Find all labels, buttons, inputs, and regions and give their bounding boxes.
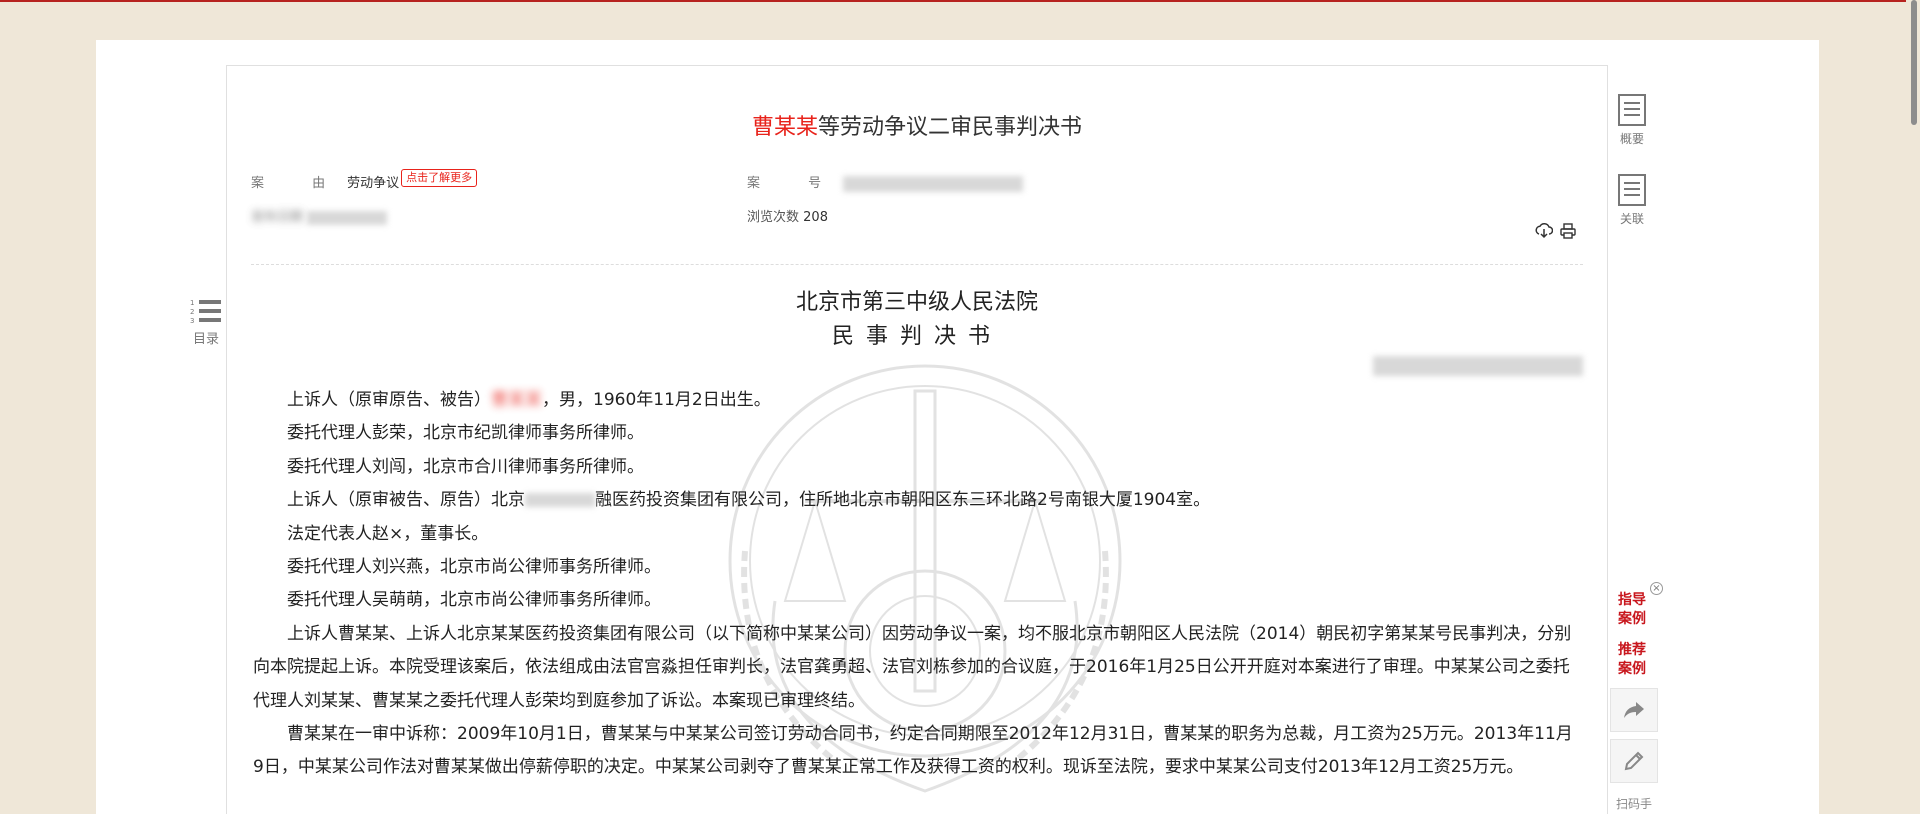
publish-date-redacted <box>307 210 388 225</box>
learn-more-tag[interactable]: 点击了解更多 <box>401 169 478 187</box>
paragraph: 委托代理人吴萌萌，北京市尚公律师事务所律师。 <box>287 590 661 611</box>
document-icon <box>1618 174 1646 206</box>
scrollbar-thumb[interactable] <box>1911 0 1917 125</box>
paragraph: 委托代理人刘兴燕，北京市尚公律师事务所律师。 <box>287 557 661 578</box>
case-number-redacted <box>843 175 1024 192</box>
judgment-body: 上诉人（原审原告、被告）曹某某，男，1960年11月2日出生。 委托代理人彭荣，… <box>253 384 1583 785</box>
document-title: 曹某某等劳动争议二审民事判决书 <box>227 109 1607 141</box>
case-number-field: 案 号 <box>747 172 1024 192</box>
title-party-name: 曹某某 <box>751 115 818 140</box>
top-accent-line <box>0 0 1920 2</box>
paragraph: 委托代理人彭荣，北京市纪凯律师事务所律师。 <box>287 423 644 444</box>
related-button[interactable]: 关联 <box>1610 173 1654 227</box>
summary-button[interactable]: 概要 <box>1610 93 1654 147</box>
paragraph: 法定代表人赵×，董事长。 <box>287 523 489 544</box>
related-label: 关联 <box>1619 212 1644 226</box>
meta-divider <box>251 264 1583 265</box>
list-numbered-icon: 1 2 3 <box>190 299 221 325</box>
scan-qr-label[interactable]: 扫码手 <box>1610 795 1658 812</box>
court-name: 北京市第三中级人民法院 <box>795 290 1038 315</box>
guide-case-link[interactable]: 指导 案例 <box>1610 591 1654 629</box>
share-arrow-icon <box>1624 702 1644 718</box>
share-button[interactable] <box>1610 688 1658 732</box>
views-field: 浏览次数 208 <box>747 210 828 225</box>
judgment-document: 曹某某等劳动争议二审民事判决书 案 由劳动争议 点击了解更多 案 号 发布日期 浏… <box>226 65 1608 814</box>
toc-label: 目录 <box>192 332 219 347</box>
recommend-case-link[interactable]: 推荐 案例 <box>1610 641 1654 679</box>
print-icon[interactable] <box>1559 222 1577 244</box>
edit-button[interactable] <box>1610 739 1658 783</box>
pencil-icon <box>1624 751 1644 771</box>
svg-text:3: 3 <box>190 317 194 325</box>
views-count: 208 <box>803 210 828 225</box>
summary-label: 概要 <box>1619 132 1644 146</box>
paragraph: 上诉人（原审被告、原告）北京 融医药投资集团有限公司，住所地北京市朝阳区东三环北路… <box>287 490 1211 511</box>
download-icon[interactable] <box>1535 222 1554 244</box>
cause-value: 劳动争议 <box>347 176 400 191</box>
document-icon <box>1618 94 1646 126</box>
document-type: 民事判决书 <box>831 324 1002 349</box>
paragraph: 上诉人（原审原告、被告）曹某某，男，1960年11月2日出生。 <box>287 390 771 410</box>
title-text: 等劳动争议二审民事判决书 <box>818 115 1083 140</box>
paragraph: 曹某某在一审中诉称：2009年10月1日，曹某某与中某某公司签订劳动合同书，约定… <box>253 724 1573 778</box>
publish-date-field: 发布日期 <box>251 206 388 225</box>
judgment-number-redacted <box>1373 356 1583 376</box>
paragraph: 上诉人曹某某、上诉人北京某某医药投资集团有限公司（以下简称中某某公司）因劳动争议… <box>253 623 1572 711</box>
vertical-scrollbar[interactable] <box>1906 0 1920 814</box>
cause-field: 案 由劳动争议 点击了解更多 <box>251 169 478 193</box>
svg-text:1: 1 <box>190 299 194 307</box>
svg-text:2: 2 <box>190 308 194 316</box>
paragraph: 委托代理人刘闯，北京市合川律师事务所律师。 <box>287 456 644 477</box>
toc-button[interactable]: 1 2 3 目录 <box>186 296 226 347</box>
